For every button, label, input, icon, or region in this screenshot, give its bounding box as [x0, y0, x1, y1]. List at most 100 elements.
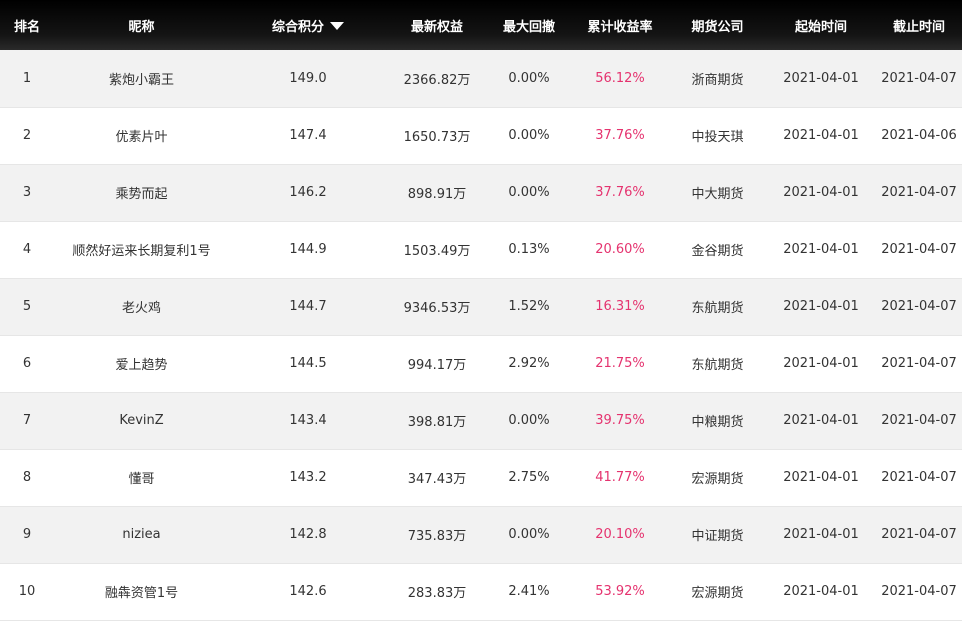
equity-cell: 9346.53万 — [403, 301, 471, 316]
rank-cell: 5 — [22, 299, 32, 314]
equity-cell: 398.81万 — [407, 415, 467, 430]
score-cell: 144.7 — [289, 299, 327, 314]
rank-cell: 2 — [22, 128, 32, 143]
return-rate-cell: 37.76% — [595, 185, 645, 200]
score-cell: 149.0 — [289, 70, 327, 86]
table-body: 1 紫炮小霸王 149.0 2366.82万 0.00% 56.12% 浙商期货 2021-0… — [0, 50, 962, 620]
header-score-label: 综合积分 — [271, 19, 324, 35]
score-cell: 144.5 — [289, 356, 327, 371]
rank-cell: 9 — [22, 527, 32, 542]
nickname-cell[interactable]: 顺然好运来长期复利1号 — [54, 221, 229, 278]
drawdown-cell: 0.00% — [508, 70, 550, 86]
header-row: 排名 昵称 综合积分 最新权益 最大回撤 累计收益率 期货公司 起始时间 截止时… — [0, 0, 962, 50]
return-rate-cell: 21.75% — [595, 356, 645, 371]
table-row: 8 懂哥 143.2 347.43万 2.75% 41.77% 宏源期货 2021-04-01… — [0, 449, 962, 506]
equity-cell: 1503.49万 — [403, 244, 471, 259]
score-cell: 143.4 — [289, 413, 327, 428]
end-date-cell: 2021-04-07 — [881, 584, 957, 599]
return-rate-cell: 16.31% — [595, 299, 645, 314]
table-row: 10 融犇资管1号 142.6 283.83万 2.41% 53.92% 宏源期货 2021-… — [0, 563, 962, 620]
broker-cell: 浙商期货 — [691, 72, 744, 88]
nickname-cell[interactable]: niziea — [54, 506, 229, 563]
end-date-cell: 2021-04-07 — [881, 470, 957, 485]
broker-cell: 宏源期货 — [691, 586, 744, 601]
table-row: 9 niziea 142.8 735.83万 0.00% 20.10% 中证期货 2021-0… — [0, 506, 962, 563]
rank-cell: 8 — [22, 470, 32, 485]
header-broker: 期货公司 — [691, 19, 744, 35]
broker-cell: 东航期货 — [691, 301, 744, 316]
score-cell: 147.4 — [289, 128, 327, 143]
score-cell: 143.2 — [289, 470, 327, 485]
return-rate-cell: 20.10% — [595, 527, 645, 542]
drawdown-cell: 0.00% — [508, 185, 550, 200]
score-cell: 142.8 — [289, 527, 327, 542]
end-date-cell: 2021-04-07 — [881, 242, 957, 257]
table-row: 4 顺然好运来长期复利1号 144.9 1503.49万 0.13% 20.60% 金谷期货… — [0, 221, 962, 278]
return-rate-cell: 20.60% — [595, 242, 645, 257]
header-return: 累计收益率 — [587, 19, 653, 35]
drawdown-cell: 2.92% — [508, 356, 550, 371]
return-rate-cell: 41.77% — [595, 470, 645, 485]
broker-cell: 中粮期货 — [691, 415, 744, 430]
start-date-cell: 2021-04-01 — [783, 299, 859, 314]
rank-cell: 3 — [22, 185, 32, 200]
drawdown-cell: 2.41% — [508, 584, 550, 599]
nickname-cell[interactable]: 老火鸡 — [54, 278, 229, 335]
end-date-cell: 2021-04-07 — [881, 527, 957, 542]
table-row: 2 优素片叶 147.4 1650.73万 0.00% 37.76% 中投天琪 2021-04… — [0, 107, 962, 164]
return-rate-cell: 53.92% — [595, 584, 645, 599]
equity-cell: 2366.82万 — [403, 72, 471, 88]
table-row: 7 KevinZ 143.4 398.81万 0.00% 39.75% 中粮期货 2021-0… — [0, 392, 962, 449]
rank-cell: 6 — [22, 356, 32, 371]
start-date-cell: 2021-04-01 — [783, 128, 859, 143]
drawdown-cell: 0.00% — [508, 128, 550, 143]
header-equity: 最新权益 — [410, 19, 463, 35]
start-date-cell: 2021-04-01 — [783, 356, 859, 371]
nickname-cell[interactable]: 融犇资管1号 — [54, 563, 229, 620]
sort-down-icon[interactable] — [330, 21, 344, 30]
end-date-cell: 2021-04-07 — [881, 185, 957, 200]
nickname-cell[interactable]: 爱上趋势 — [54, 335, 229, 392]
equity-cell: 898.91万 — [407, 187, 467, 202]
end-date-cell: 2021-04-06 — [881, 128, 957, 143]
return-rate-cell: 39.75% — [595, 413, 645, 428]
start-date-cell: 2021-04-01 — [783, 70, 859, 86]
rank-cell: 4 — [22, 242, 32, 257]
equity-cell: 994.17万 — [407, 358, 467, 373]
header-start: 起始时间 — [794, 19, 847, 35]
broker-cell: 金谷期货 — [691, 244, 744, 259]
broker-cell: 中证期货 — [691, 529, 744, 544]
return-rate-cell: 37.76% — [595, 128, 645, 143]
table-row: 6 爱上趋势 144.5 994.17万 2.92% 21.75% 东航期货 2021-04-… — [0, 335, 962, 392]
nickname-cell[interactable]: KevinZ — [54, 392, 229, 449]
broker-cell: 中投天琪 — [691, 130, 744, 145]
broker-cell: 中大期货 — [691, 187, 744, 202]
drawdown-cell: 0.13% — [508, 242, 550, 257]
table-row: 5 老火鸡 144.7 9346.53万 1.52% 16.31% 东航期货 2021-04-… — [0, 278, 962, 335]
start-date-cell: 2021-04-01 — [783, 185, 859, 200]
start-date-cell: 2021-04-01 — [783, 527, 859, 542]
score-cell: 144.9 — [289, 242, 327, 257]
start-date-cell: 2021-04-01 — [783, 470, 859, 485]
nickname-cell[interactable]: 懂哥 — [54, 449, 229, 506]
nickname-cell[interactable]: 乘势而起 — [54, 164, 229, 221]
broker-cell: 东航期货 — [691, 358, 744, 373]
end-date-cell: 2021-04-07 — [881, 299, 957, 314]
rank-cell: 7 — [22, 413, 32, 428]
score-cell: 146.2 — [289, 185, 327, 200]
equity-cell: 347.43万 — [407, 472, 467, 487]
nickname-cell[interactable]: 紫炮小霸王 — [54, 50, 229, 107]
header-score[interactable]: 综合积分 — [229, 0, 387, 50]
table-header: 排名 昵称 综合积分 最新权益 最大回撤 累计收益率 期货公司 起始时间 截止时… — [0, 0, 962, 50]
broker-cell: 宏源期货 — [691, 472, 744, 487]
start-date-cell: 2021-04-01 — [783, 413, 859, 428]
ranking-table: 排名 昵称 综合积分 最新权益 最大回撤 累计收益率 期货公司 起始时间 截止时… — [0, 0, 962, 621]
drawdown-cell: 1.52% — [508, 299, 550, 314]
end-date-cell: 2021-04-07 — [881, 356, 957, 371]
drawdown-cell: 0.00% — [508, 413, 550, 428]
start-date-cell: 2021-04-01 — [783, 242, 859, 257]
table-row: 3 乘势而起 146.2 898.91万 0.00% 37.76% 中大期货 2021-04-… — [0, 164, 962, 221]
score-cell: 142.6 — [289, 584, 327, 599]
table-row: 1 紫炮小霸王 149.0 2366.82万 0.00% 56.12% 浙商期货 2021-0… — [0, 50, 962, 107]
nickname-cell[interactable]: 优素片叶 — [54, 107, 229, 164]
